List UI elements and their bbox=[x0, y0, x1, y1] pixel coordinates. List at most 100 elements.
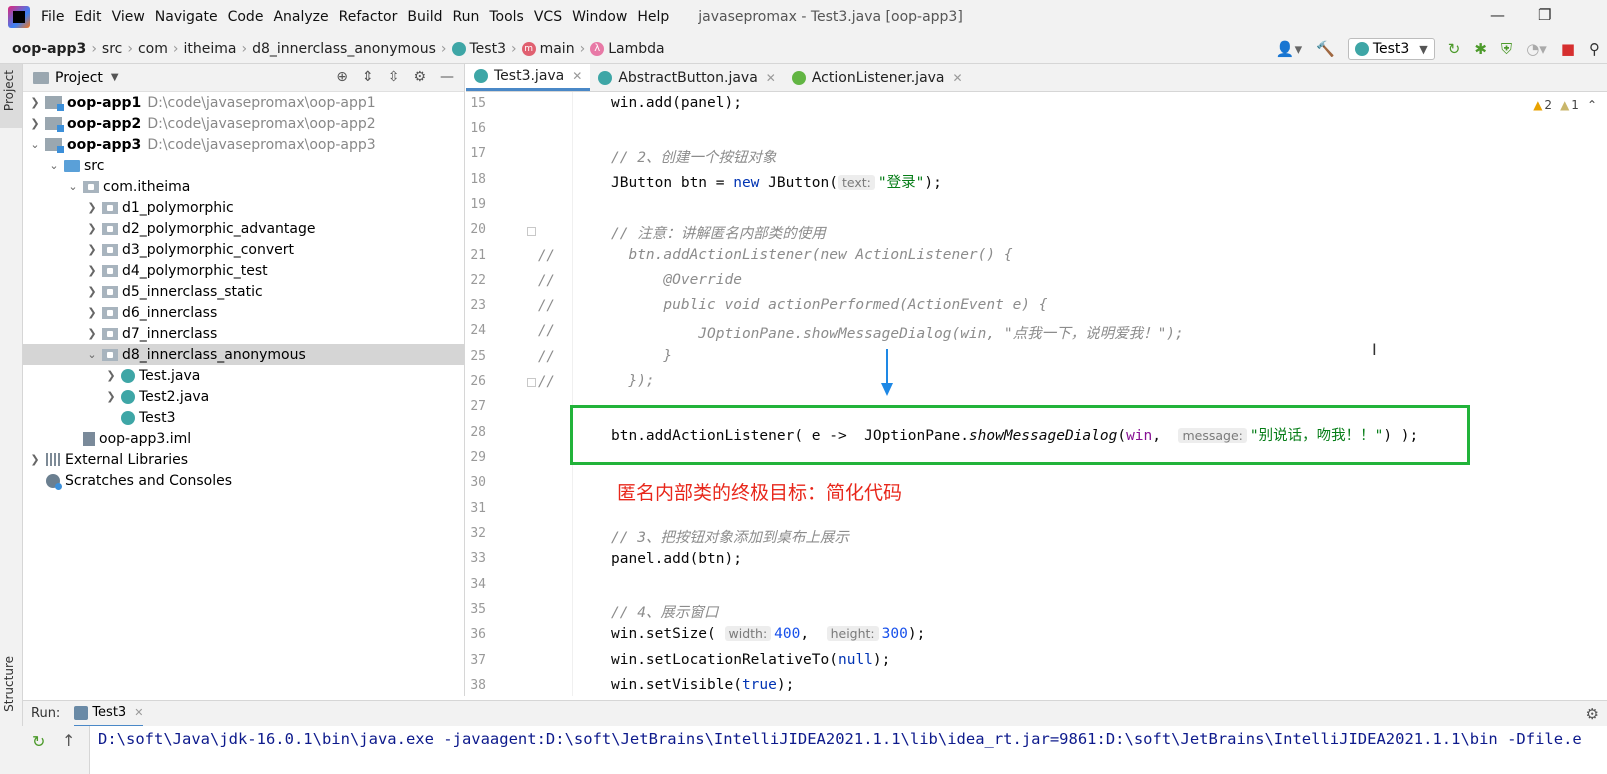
code-editor[interactable]: win.add(panel); // 2、创建一个按钮对象 JButton bt… bbox=[573, 92, 1607, 696]
code-comment: btn.addActionListener(new ActionListener… bbox=[611, 247, 1013, 263]
menu-help[interactable]: Help bbox=[632, 9, 674, 25]
menu-build[interactable]: Build bbox=[402, 9, 447, 25]
menu-navigate[interactable]: Navigate bbox=[150, 9, 223, 25]
project-tool-tab[interactable]: Project bbox=[2, 70, 16, 111]
run-console-output[interactable]: D:\soft\Java\jdk-16.0.1\bin\java.exe -ja… bbox=[90, 726, 1607, 774]
chevron-right-icon[interactable]: ❯ bbox=[86, 327, 98, 340]
chevron-right-icon[interactable]: ❯ bbox=[86, 285, 98, 298]
chevron-down-icon[interactable]: ⌄ bbox=[86, 348, 98, 361]
tab-actionlistener-java[interactable]: ActionListener.java ✕ bbox=[784, 64, 971, 91]
search-icon[interactable]: ⚲ bbox=[1589, 40, 1600, 58]
close-icon[interactable]: ✕ bbox=[572, 69, 582, 83]
menu-vcs[interactable]: VCS bbox=[529, 9, 567, 25]
close-icon[interactable]: ✕ bbox=[953, 71, 963, 85]
tab-test3-java[interactable]: Test3.java ✕ bbox=[466, 64, 591, 91]
tree-item-class[interactable]: Test3 bbox=[23, 407, 464, 428]
restore-icon[interactable]: ❐ bbox=[1538, 6, 1551, 24]
run-tab-test3[interactable]: Test3 ✕ bbox=[74, 701, 144, 727]
tree-item-package[interactable]: ❯ d1_polymorphic bbox=[23, 197, 464, 218]
breadcrumb-lambda[interactable]: λ Lambda bbox=[590, 41, 665, 57]
breadcrumb-project[interactable]: oop-app3 bbox=[12, 41, 86, 57]
tree-item-scratches[interactable]: Scratches and Consoles bbox=[23, 470, 464, 491]
menu-refactor[interactable]: Refactor bbox=[334, 9, 403, 25]
profile-icon[interactable]: ◔▾ bbox=[1526, 40, 1547, 58]
chevron-down-icon[interactable]: ⌄ bbox=[67, 180, 79, 193]
menu-run[interactable]: Run bbox=[448, 9, 485, 25]
chevron-right-icon[interactable]: ❯ bbox=[29, 117, 41, 130]
chevron-up-icon[interactable]: ⌃ bbox=[1587, 98, 1597, 112]
arrow-up-icon[interactable]: ↑ bbox=[62, 731, 75, 750]
menu-view[interactable]: View bbox=[107, 9, 150, 25]
chevron-right-icon[interactable]: ❯ bbox=[105, 369, 117, 382]
tab-abstractbutton-java[interactable]: AbstractButton.java ✕ bbox=[590, 64, 784, 91]
chevron-down-icon[interactable]: ⌄ bbox=[48, 159, 60, 172]
breadcrumb-class[interactable]: Test3 bbox=[451, 40, 506, 57]
class-icon bbox=[1354, 42, 1369, 56]
gear-icon[interactable]: ⚙ bbox=[1586, 705, 1599, 723]
fold-marker-icon[interactable] bbox=[527, 227, 536, 236]
menu-window[interactable]: Window bbox=[567, 9, 632, 25]
menu-code[interactable]: Code bbox=[223, 9, 269, 25]
debug-icon[interactable]: ✱ bbox=[1474, 40, 1487, 58]
menu-file[interactable]: File bbox=[36, 9, 69, 25]
locate-target-icon[interactable]: ⊕ bbox=[336, 69, 348, 85]
chevron-right-icon[interactable]: ❯ bbox=[105, 390, 117, 403]
tree-item-iml[interactable]: oop-app3.iml bbox=[23, 428, 464, 449]
tree-item-class[interactable]: ❯ Test.java bbox=[23, 365, 464, 386]
project-panel-title[interactable]: Project bbox=[55, 70, 103, 86]
tree-item-package[interactable]: ❯ d4_polymorphic_test bbox=[23, 260, 464, 281]
structure-tool-tab[interactable]: Structure bbox=[2, 656, 16, 712]
tree-item-external-libraries[interactable]: ❯ External Libraries bbox=[23, 449, 464, 470]
chevron-right-icon[interactable]: ❯ bbox=[29, 453, 41, 466]
tree-item-oop-app2[interactable]: ❯ oop-app2 D:\code\javasepromax\oop-app2 bbox=[23, 113, 464, 134]
fold-marker-icon[interactable] bbox=[527, 378, 536, 387]
breadcrumb-package[interactable]: d8_innerclass_anonymous bbox=[252, 41, 436, 57]
stop-icon[interactable]: ■ bbox=[1561, 40, 1575, 58]
run-configuration-select[interactable]: Test3 ▼ bbox=[1347, 38, 1435, 60]
collapse-all-icon[interactable]: ⇳ bbox=[388, 69, 400, 85]
chevron-right-icon[interactable]: ❯ bbox=[86, 306, 98, 319]
breadcrumb-method[interactable]: m main bbox=[521, 41, 575, 57]
tree-item-package[interactable]: ❯ d7_innerclass bbox=[23, 323, 464, 344]
build-hammer-icon[interactable]: 🔨 bbox=[1316, 40, 1335, 58]
menu-bar: File Edit View Navigate Code Analyze Ref… bbox=[0, 0, 1607, 34]
close-icon[interactable]: ✕ bbox=[766, 71, 776, 85]
close-icon[interactable]: ✕ bbox=[134, 706, 143, 719]
chevron-right-icon[interactable]: ❯ bbox=[86, 264, 98, 277]
chevron-down-icon[interactable]: ⌄ bbox=[29, 138, 41, 151]
tree-item-oop-app1[interactable]: ❯ oop-app1 D:\code\javasepromax\oop-app1 bbox=[23, 92, 464, 113]
tree-item-class[interactable]: ❯ Test2.java bbox=[23, 386, 464, 407]
gear-icon[interactable]: ⚙ bbox=[413, 69, 426, 85]
rerun-icon[interactable]: ↻ bbox=[1448, 40, 1461, 58]
chevron-right-icon[interactable]: ❯ bbox=[86, 201, 98, 214]
tree-item-package-selected[interactable]: ⌄ d8_innerclass_anonymous bbox=[23, 344, 464, 365]
menu-analyze[interactable]: Analyze bbox=[268, 9, 333, 25]
tree-item-package[interactable]: ❯ d6_innerclass bbox=[23, 302, 464, 323]
tree-item-package[interactable]: ❯ d3_polymorphic_convert bbox=[23, 239, 464, 260]
minimize-icon[interactable]: — bbox=[1490, 6, 1505, 24]
tree-item-package[interactable]: ❯ d2_polymorphic_advantage bbox=[23, 218, 464, 239]
breadcrumb-src[interactable]: src bbox=[102, 41, 122, 57]
breadcrumb-class-label: Test3 bbox=[469, 40, 506, 57]
rerun-icon[interactable]: ↻ bbox=[32, 732, 45, 751]
inspection-widget[interactable]: ▲ 2 ▲ 1 ⌃ bbox=[1533, 98, 1597, 112]
breadcrumb-com[interactable]: com bbox=[138, 41, 168, 57]
line-number: 29 bbox=[470, 450, 486, 465]
mouse-cursor-icon: I bbox=[1372, 340, 1377, 359]
tree-item-package[interactable]: ❯ d5_innerclass_static bbox=[23, 281, 464, 302]
tree-item-com-itheima[interactable]: ⌄ com.itheima bbox=[23, 176, 464, 197]
chevron-right-icon[interactable]: ❯ bbox=[86, 243, 98, 256]
chevron-right-icon[interactable]: ❯ bbox=[86, 222, 98, 235]
menu-tools[interactable]: Tools bbox=[484, 9, 529, 25]
tree-item-src[interactable]: ⌄ src bbox=[23, 155, 464, 176]
coverage-icon[interactable]: ⛨ bbox=[1501, 40, 1512, 58]
line-number: 34 bbox=[470, 577, 486, 592]
menu-edit[interactable]: Edit bbox=[69, 9, 106, 25]
tree-item-oop-app3[interactable]: ⌄ oop-app3 D:\code\javasepromax\oop-app3 bbox=[23, 134, 464, 155]
user-icon[interactable]: 👤▾ bbox=[1276, 40, 1302, 58]
chevron-down-icon[interactable]: ▼ bbox=[111, 72, 119, 83]
expand-all-icon[interactable]: ⇕ bbox=[362, 69, 374, 85]
breadcrumb-itheima[interactable]: itheima bbox=[184, 41, 237, 57]
hide-panel-icon[interactable]: — bbox=[440, 69, 454, 85]
chevron-right-icon[interactable]: ❯ bbox=[29, 96, 41, 109]
